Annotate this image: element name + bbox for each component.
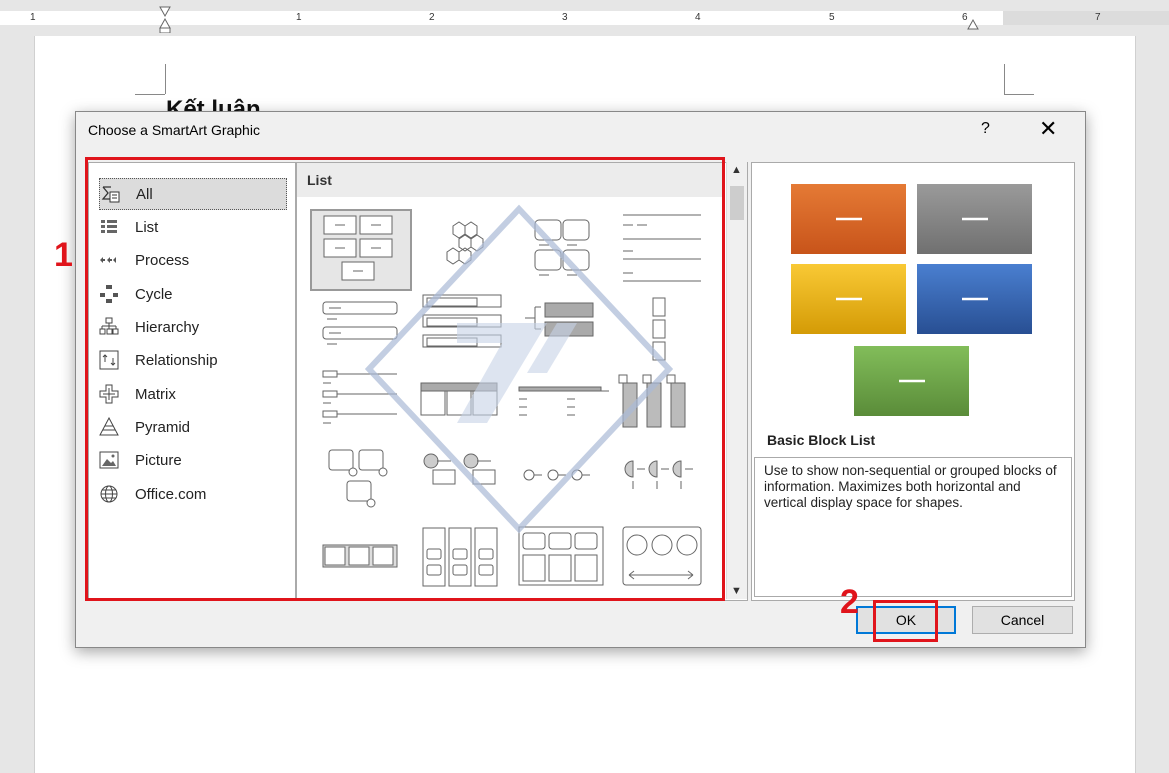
indent-marker-icon[interactable] xyxy=(158,5,172,33)
preview-title: Basic Block List xyxy=(767,432,876,448)
ruler-number: 3 xyxy=(562,12,568,23)
ruler-number: 4 xyxy=(695,12,701,23)
scrollbar-thumb[interactable] xyxy=(730,186,744,220)
ruler-number: 5 xyxy=(829,12,835,23)
annotation-box-1 xyxy=(85,157,725,601)
ruler: 1 1 2 3 4 5 6 7 xyxy=(0,0,1169,36)
ruler-strip xyxy=(0,11,1169,25)
ruler-number: 1 xyxy=(30,12,36,23)
right-indent-marker-icon[interactable] xyxy=(966,18,980,30)
annotation-marker-1: 1 xyxy=(54,236,73,274)
cancel-button[interactable]: Cancel xyxy=(972,606,1073,634)
gallery-scrollbar[interactable]: ▲ ▼ xyxy=(726,162,747,599)
annotation-marker-2: 2 xyxy=(840,583,859,621)
scroll-up-icon[interactable]: ▲ xyxy=(731,164,742,176)
preview-graphic xyxy=(791,184,1032,416)
help-button[interactable]: ? xyxy=(981,120,990,138)
annotation-box-2 xyxy=(873,600,938,642)
preview-panel: Basic Block List Use to show non-sequent… xyxy=(751,162,1075,601)
ruler-number: 2 xyxy=(429,12,435,23)
ruler-number: 1 xyxy=(296,12,302,23)
ruler-number: 7 xyxy=(1095,12,1101,23)
preview-description: Use to show non-sequential or grouped bl… xyxy=(764,463,1057,510)
close-button[interactable]: ✕ xyxy=(1039,116,1057,142)
scroll-down-icon[interactable]: ▼ xyxy=(731,585,742,597)
dialog-title: Choose a SmartArt Graphic xyxy=(88,122,260,138)
